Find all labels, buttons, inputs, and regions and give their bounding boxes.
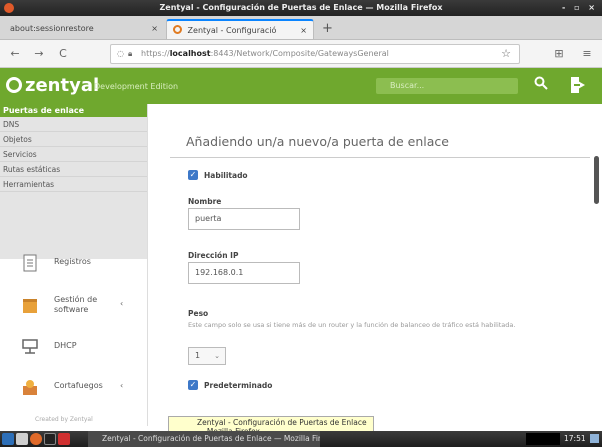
- taskbar: Zentyal - Configuración de Puertas de En…: [0, 431, 602, 447]
- sidebar-item-gateways[interactable]: Puertas de enlace: [0, 104, 147, 117]
- taskbar-launchers: [2, 433, 72, 445]
- terminal-launcher-icon[interactable]: [44, 433, 56, 445]
- sidebar-item-objects[interactable]: Objetos: [0, 132, 147, 147]
- bookmark-star-icon[interactable]: ☆: [501, 45, 511, 63]
- tab-bar: about:sessionrestore × Zentyal - Configu…: [0, 16, 602, 40]
- main-content: Añadiendo un/a nuevo/a puerta de enlace …: [148, 104, 602, 426]
- menu-label: Registros: [54, 257, 91, 266]
- menu-launcher-icon[interactable]: [2, 433, 14, 445]
- tab-label: about:sessionrestore: [10, 24, 94, 33]
- zentyal-logo[interactable]: zentyal: [6, 74, 99, 98]
- network-icon: [22, 338, 38, 356]
- logout-icon[interactable]: [570, 75, 586, 95]
- app-launcher-icon[interactable]: [58, 433, 70, 445]
- divider: [170, 157, 590, 158]
- lock-icon[interactable]: 🔒︎: [128, 45, 132, 63]
- forward-button[interactable]: →: [30, 45, 48, 63]
- workspace-switcher[interactable]: [526, 433, 560, 445]
- url-host: localhost: [169, 49, 211, 58]
- sidebar-item-dhcp[interactable]: DHCP: [0, 330, 148, 366]
- default-checkbox[interactable]: ✓: [188, 380, 198, 390]
- name-field[interactable]: puerta: [188, 208, 300, 230]
- default-label: Predeterminado: [204, 381, 273, 390]
- menu-label: Cortafuegos: [54, 381, 103, 390]
- menu-icon[interactable]: ≡: [578, 45, 596, 63]
- enabled-label: Habilitado: [204, 171, 248, 180]
- tab-zentyal[interactable]: Zentyal - Configuració ×: [166, 19, 314, 39]
- url-bar[interactable]: ◌ 🔒︎ https://localhost:8443/Network/Comp…: [110, 44, 520, 64]
- clock: 17:51: [564, 434, 586, 443]
- sidebar-item-static-routes[interactable]: Rutas estáticas: [0, 162, 147, 177]
- sidebar-item-software[interactable]: Gestión de software ‹: [0, 288, 148, 324]
- weight-description: Este campo solo se usa si tiene más de u…: [188, 321, 516, 329]
- search-input[interactable]: Buscar...: [376, 78, 518, 94]
- sidebar-item-tools[interactable]: Herramientas: [0, 177, 147, 192]
- tab-sessionrestore[interactable]: about:sessionrestore ×: [4, 19, 158, 39]
- page-title: Añadiendo un/a nuevo/a puerta de enlace: [186, 134, 449, 149]
- window-title: Zentyal - Configuración de Puertas de En…: [159, 3, 443, 12]
- navigation-bar: ← → C ◌ 🔒︎ https://localhost:8443/Networ…: [0, 40, 602, 68]
- package-icon: [22, 296, 38, 314]
- weight-label: Peso: [188, 309, 209, 318]
- close-tab-icon[interactable]: ×: [151, 19, 158, 39]
- url-path: :8443/Network/Composite/GatewaysGeneral: [210, 49, 389, 58]
- show-desktop-icon[interactable]: [590, 434, 599, 443]
- edition-label: Development Edition: [94, 82, 179, 91]
- enabled-checkbox[interactable]: ✓: [188, 170, 198, 180]
- sidebar-item-firewall[interactable]: Cortafuegos ‹: [0, 370, 148, 406]
- sidebar-submenu: DNS Objetos Servicios Rutas estáticas He…: [0, 117, 147, 259]
- new-tab-button[interactable]: +: [322, 19, 333, 39]
- firefox-launcher-icon[interactable]: [30, 433, 42, 445]
- sidebar-item-dns[interactable]: DNS: [0, 117, 147, 132]
- files-launcher-icon[interactable]: [16, 433, 28, 445]
- weight-select[interactable]: 1 ⌄: [188, 347, 226, 365]
- chevron-down-icon: ⌄: [214, 352, 220, 360]
- sidebar-item-logs[interactable]: Registros: [0, 246, 148, 282]
- firewall-icon: [22, 378, 38, 396]
- zentyal-favicon-icon: [173, 25, 182, 34]
- shield-icon[interactable]: ◌: [117, 45, 124, 63]
- ip-field[interactable]: 192.168.0.1: [188, 262, 300, 284]
- firefox-icon: [4, 3, 14, 13]
- scrollbar[interactable]: [594, 156, 599, 204]
- window-controls[interactable]: - ▫ ×: [562, 0, 598, 16]
- powered-by[interactable]: Created by Zentyal: [35, 416, 93, 423]
- document-icon: [22, 254, 38, 272]
- reload-button[interactable]: C: [54, 45, 72, 63]
- zentyal-header: zentyal Development Edition Buscar...: [0, 68, 602, 104]
- chevron-left-icon: ‹: [120, 299, 124, 308]
- chevron-left-icon: ‹: [120, 381, 124, 390]
- name-label: Nombre: [188, 197, 222, 206]
- sidebar: Puertas de enlace DNS Objetos Servicios …: [0, 104, 148, 426]
- menu-label: Gestión de software: [54, 295, 98, 314]
- tab-label: Zentyal - Configuració: [187, 26, 277, 35]
- ip-label: Dirección IP: [188, 251, 239, 260]
- back-button[interactable]: ←: [6, 45, 24, 63]
- menu-label: DHCP: [54, 341, 77, 350]
- taskbar-task-firefox[interactable]: Zentyal - Configuración de Puertas de En…: [88, 431, 320, 447]
- zentyal-logo-icon: [6, 77, 22, 93]
- close-tab-icon[interactable]: ×: [300, 21, 307, 41]
- library-icon[interactable]: ⊞: [550, 45, 568, 63]
- url-prefix: https://: [141, 49, 170, 58]
- search-icon[interactable]: [534, 76, 548, 94]
- sidebar-item-services[interactable]: Servicios: [0, 147, 147, 162]
- window-titlebar: Zentyal - Configuración de Puertas de En…: [0, 0, 602, 16]
